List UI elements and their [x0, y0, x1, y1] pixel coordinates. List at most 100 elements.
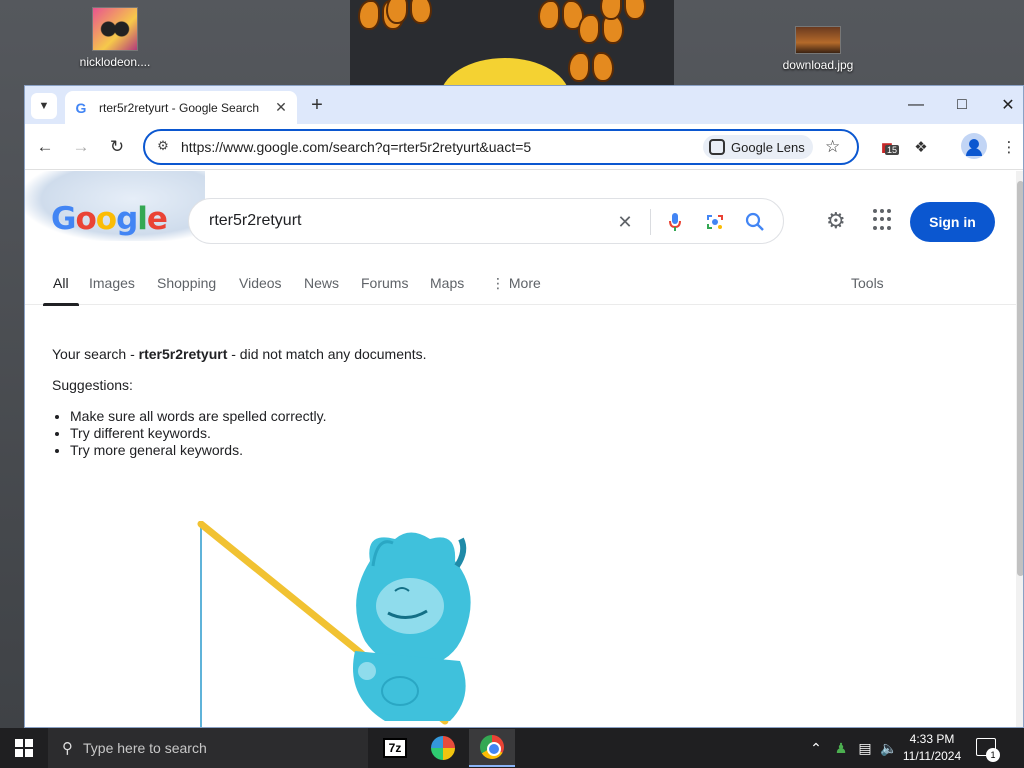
logo-letter: o — [95, 201, 117, 237]
image-thumbnail — [795, 26, 841, 54]
more-vert-icon: ⋮ — [491, 275, 509, 291]
browser-menu-button[interactable]: ⋮ — [995, 133, 1023, 161]
google-results-page: Google rter5r2retyurt ✕ ⚙ Sign in All Im… — [25, 171, 1023, 727]
tab-more[interactable]: ⋮ More — [491, 275, 541, 292]
logo-letter: e — [146, 201, 168, 237]
puzzle-icon: ❖ — [914, 139, 928, 156]
search-icon[interactable] — [743, 210, 767, 234]
profile-avatar[interactable] — [961, 133, 987, 159]
desktop-icon-nicklodeon[interactable]: nicklodeon.... — [70, 7, 160, 69]
back-button[interactable]: ← — [31, 133, 59, 161]
google-apps-icon[interactable] — [873, 209, 895, 231]
arrow-right-icon: → — [72, 137, 90, 156]
tab-shopping[interactable]: Shopping — [157, 275, 216, 291]
7zip-icon: 7z — [383, 738, 407, 758]
logo-letter: g — [116, 201, 138, 237]
desktop-icon-label: nicklodeon.... — [79, 55, 151, 69]
new-tab-button[interactable]: + — [305, 94, 329, 118]
suggestion-item: Make sure all words are spelled correctl… — [70, 408, 752, 425]
tab-forums[interactable]: Forums — [361, 275, 408, 291]
volume-icon[interactable]: 🔈 — [878, 728, 900, 768]
site-settings-icon[interactable]: ⚙ — [153, 138, 173, 156]
taskbar: ⚲ Type here to search 7z ⌃ ♟ ▤ 🔈 4:33 PM… — [0, 728, 1024, 768]
message-term: rter5r2retyurt — [138, 346, 228, 362]
close-window-button[interactable]: ✕ — [985, 86, 1023, 124]
page-scrollbar[interactable] — [1016, 171, 1023, 727]
taskbar-search-placeholder: Type here to search — [83, 740, 207, 756]
settings-gear-icon[interactable]: ⚙ — [826, 208, 846, 234]
maximize-button[interactable]: □ — [939, 86, 985, 124]
address-bar[interactable]: ⚙ https://www.google.com/search?q=rter5r… — [143, 129, 859, 165]
clock-time: 4:33 PM — [909, 732, 955, 746]
address-url[interactable]: https://www.google.com/search?q=rter5r2r… — [181, 139, 531, 155]
no-results-message: Your search - rter5r2retyurt - did not m… — [52, 346, 752, 459]
tab-videos[interactable]: Videos — [239, 275, 282, 291]
suggestion-item: Try different keywords. — [70, 425, 752, 442]
suggestions-heading: Suggestions: — [52, 377, 133, 393]
minimize-button[interactable]: — — [893, 86, 939, 124]
taskbar-app-chrome[interactable] — [469, 729, 515, 767]
search-type-tabs: All Images Shopping Videos News Forums M… — [25, 269, 1023, 306]
chevron-down-icon: ▼ — [38, 100, 50, 112]
windows-logo-icon — [15, 739, 33, 757]
taskbar-app-paint[interactable] — [420, 729, 466, 767]
tab-title: rter5r2retyurt - Google Search — [99, 100, 260, 115]
logo-letter: l — [137, 201, 148, 237]
image-thumbnail — [92, 7, 138, 51]
search-box[interactable]: rter5r2retyurt ✕ — [188, 198, 784, 244]
reload-icon: ↻ — [109, 137, 125, 156]
tab-search-button[interactable]: ▼ — [31, 93, 57, 119]
google-logo[interactable]: Google — [51, 201, 168, 237]
browser-toolbar: ← → ↻ ⚙ https://www.google.com/search?q=… — [25, 124, 1023, 170]
search-divider — [650, 209, 651, 235]
desktop-icon-download[interactable]: download.jpg — [773, 14, 863, 72]
chrome-icon — [480, 735, 504, 759]
arrow-left-icon: ← — [36, 137, 54, 156]
taskbar-app-7zip[interactable]: 7z — [372, 729, 418, 767]
tools-button[interactable]: Tools — [851, 275, 884, 291]
extension-badge: 15 — [885, 145, 900, 155]
notification-count-badge: 1 — [986, 748, 1000, 762]
logo-letter: o — [75, 201, 96, 237]
google-lens-button[interactable]: Google Lens — [703, 135, 813, 159]
search-query[interactable]: rter5r2retyurt — [209, 212, 301, 230]
extension-button[interactable]: ◼ 15 — [873, 133, 901, 161]
bookmark-star-icon[interactable]: ☆ — [825, 137, 840, 157]
tab-news[interactable]: News — [304, 275, 339, 291]
no-match-text: Your search - rter5r2retyurt - did not m… — [52, 346, 752, 363]
forward-button[interactable]: → — [67, 133, 95, 161]
logo-letter: G — [51, 201, 76, 237]
more-vert-icon: ⋮ — [1001, 139, 1017, 156]
desktop-icon-label: download.jpg — [782, 58, 854, 72]
camera-lens-icon[interactable] — [703, 210, 727, 234]
sign-in-button[interactable]: Sign in — [910, 202, 995, 242]
tab-images[interactable]: Images — [89, 275, 135, 291]
reload-button[interactable]: ↻ — [103, 133, 131, 161]
start-button[interactable] — [0, 728, 48, 768]
browser-window: ▼ G rter5r2retyurt - Google Search ✕ + —… — [24, 85, 1024, 728]
tab-more-label: More — [508, 275, 541, 291]
scrollbar-thumb[interactable] — [1017, 181, 1023, 576]
system-clock[interactable]: 4:33 PM 11/11/2024 — [898, 731, 966, 765]
fishing-monster-illustration — [197, 521, 471, 727]
lens-icon — [709, 139, 725, 155]
tab-google-search[interactable]: G rter5r2retyurt - Google Search ✕ — [65, 91, 297, 124]
tab-maps[interactable]: Maps — [430, 275, 464, 291]
tab-close-icon[interactable]: ✕ — [273, 99, 289, 116]
message-prefix: Your search - — [52, 346, 139, 362]
show-hidden-icons-button[interactable]: ⌃ — [806, 728, 826, 768]
extensions-menu-button[interactable]: ❖ — [907, 133, 935, 161]
wallpaper-butterflies — [350, 0, 674, 90]
google-lens-label: Google Lens — [731, 139, 805, 155]
paint-icon — [431, 736, 455, 760]
google-favicon-icon: G — [75, 99, 87, 116]
network-icon[interactable]: ▤ — [854, 728, 876, 768]
clear-icon[interactable]: ✕ — [613, 210, 637, 234]
suggestion-item: Try more general keywords. — [70, 442, 752, 459]
taskbar-search[interactable]: ⚲ Type here to search — [48, 728, 368, 768]
search-icon: ⚲ — [62, 740, 73, 757]
suggestions-list: Make sure all words are spelled correctl… — [52, 408, 752, 459]
user-tray-icon[interactable]: ♟ — [830, 728, 852, 768]
microphone-icon[interactable] — [663, 210, 687, 234]
tab-all[interactable]: All — [43, 275, 78, 306]
